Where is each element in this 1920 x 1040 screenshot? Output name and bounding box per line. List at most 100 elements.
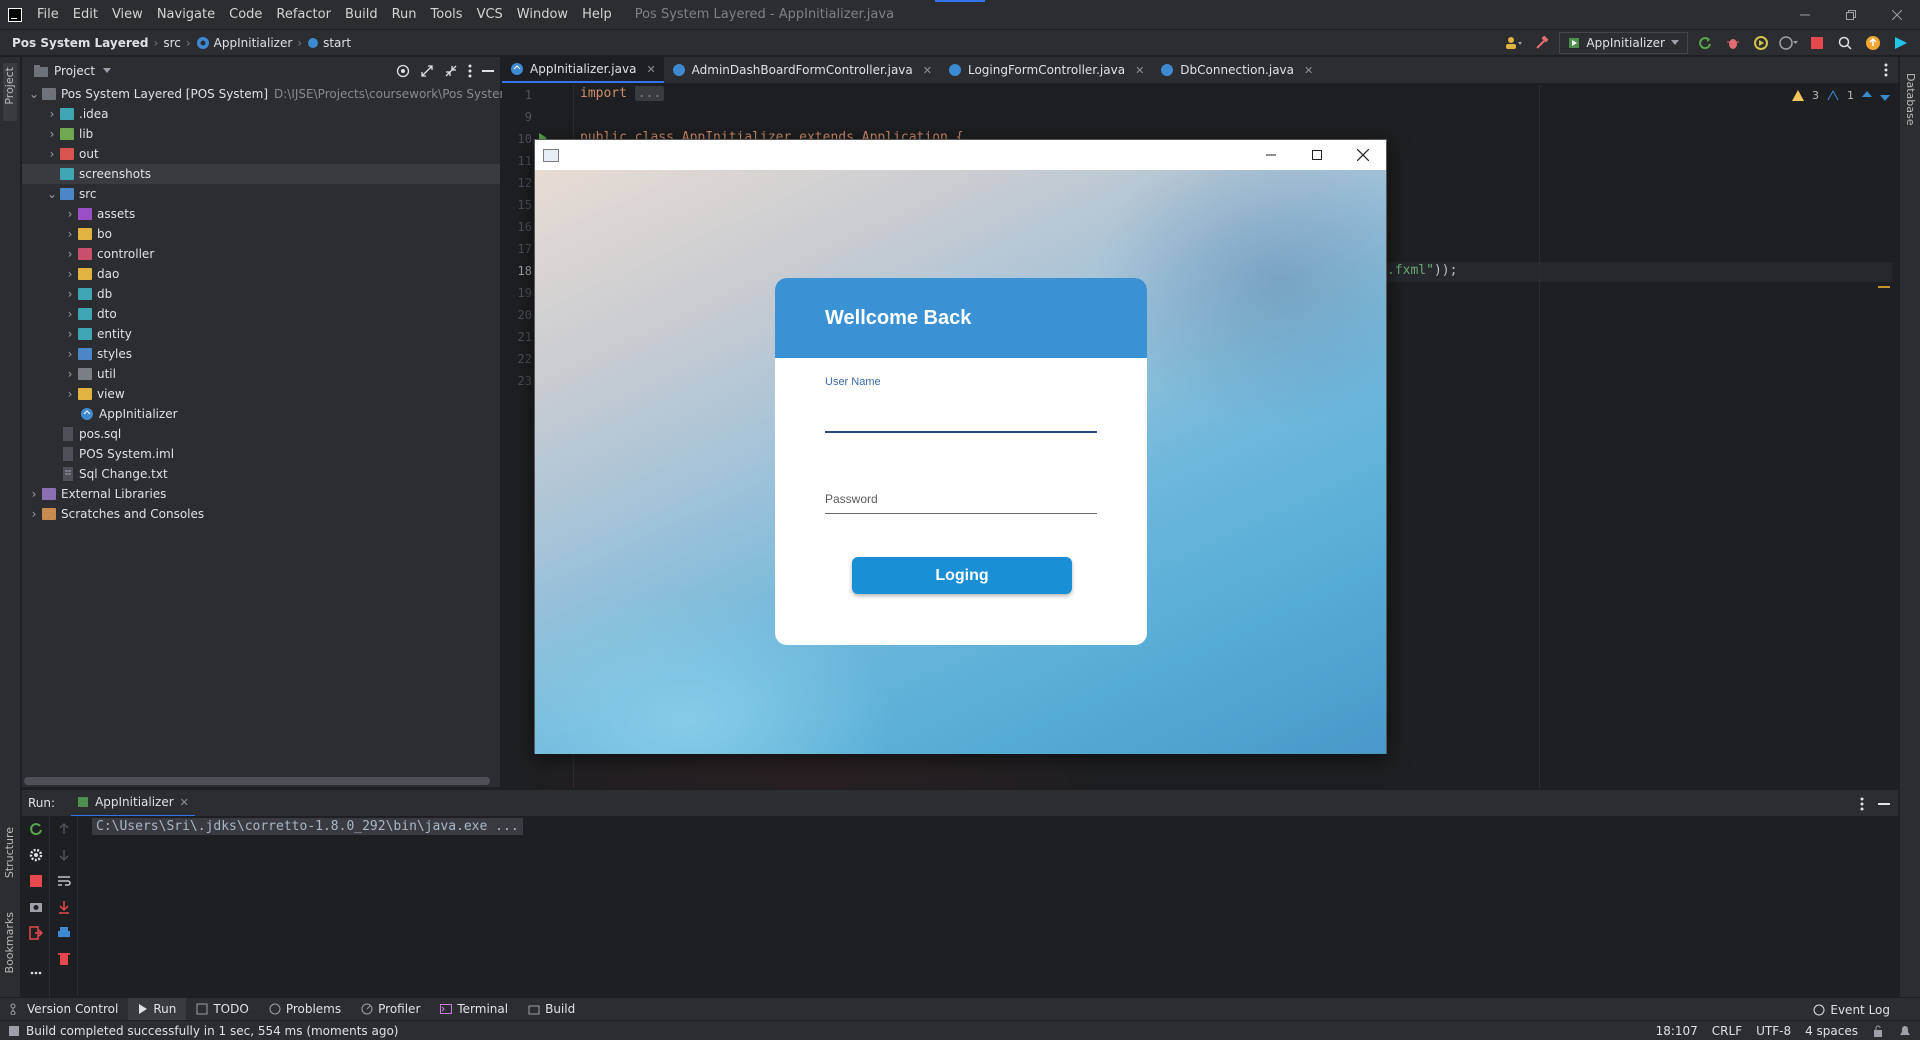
menu-code[interactable]: Code xyxy=(222,0,269,29)
vcs-users-button[interactable] xyxy=(1503,32,1525,54)
rerun-button[interactable] xyxy=(1694,32,1716,54)
line-separator[interactable]: CRLF xyxy=(1712,1024,1742,1038)
chevron-right-icon[interactable]: › xyxy=(62,266,78,282)
close-button[interactable] xyxy=(1874,0,1920,29)
arrow-down-icon[interactable] xyxy=(57,848,71,862)
menu-tools[interactable]: Tools xyxy=(424,0,470,29)
close-tab-icon[interactable]: ✕ xyxy=(1135,64,1144,77)
tree-item-styles[interactable]: › styles xyxy=(22,344,500,364)
chevron-right-icon[interactable]: › xyxy=(62,306,78,322)
login-maximize-button[interactable] xyxy=(1294,140,1340,170)
stop-button[interactable] xyxy=(1806,32,1828,54)
chevron-right-icon[interactable]: › xyxy=(44,106,60,122)
tab-admindashboard-controller[interactable]: AdminDashBoardFormController.java ✕ xyxy=(664,57,940,83)
chevron-right-icon[interactable]: › xyxy=(62,326,78,342)
login-close-button[interactable] xyxy=(1340,140,1386,170)
menu-window[interactable]: Window xyxy=(510,0,575,29)
event-log-button[interactable]: Event Log xyxy=(1813,998,1890,1021)
console-output[interactable]: C:\Users\Sri\.jdks\corretto-1.8.0_292\bi… xyxy=(92,818,523,835)
tree-item-idea[interactable]: › .idea xyxy=(22,104,500,124)
tab-todo[interactable]: TODO xyxy=(186,998,258,1021)
chevron-right-icon[interactable]: › xyxy=(62,246,78,262)
tab-problems[interactable]: Problems xyxy=(259,998,351,1021)
file-encoding[interactable]: UTF-8 xyxy=(1756,1024,1791,1038)
previous-highlight-icon[interactable] xyxy=(1862,90,1872,101)
username-input[interactable] xyxy=(825,406,1097,428)
run-tab-appinitializer[interactable]: AppInitializer ✕ xyxy=(71,790,195,817)
restore-button[interactable] xyxy=(1828,0,1874,29)
profile-button[interactable] xyxy=(1778,32,1800,54)
menu-build[interactable]: Build xyxy=(338,0,385,29)
chevron-right-icon[interactable]: › xyxy=(26,506,42,522)
menu-help[interactable]: Help xyxy=(575,0,619,29)
soft-wrap-icon[interactable] xyxy=(57,874,71,888)
close-tab-icon[interactable]: ✕ xyxy=(180,796,189,809)
breadcrumb-project[interactable]: Pos System Layered xyxy=(12,36,149,50)
trash-icon[interactable] xyxy=(57,952,71,966)
tree-item-dao[interactable]: › dao xyxy=(22,264,500,284)
menu-navigate[interactable]: Navigate xyxy=(150,0,222,29)
code-with-me-button[interactable] xyxy=(1890,32,1912,54)
tree-item-bo[interactable]: › bo xyxy=(22,224,500,244)
chevron-right-icon[interactable]: › xyxy=(62,366,78,382)
tree-item-db[interactable]: › db xyxy=(22,284,500,304)
tree-item-controller[interactable]: › controller xyxy=(22,244,500,264)
tree-item-sql-change[interactable]: Sql Change.txt xyxy=(22,464,500,484)
breadcrumb-class[interactable]: AppInitializer xyxy=(214,36,293,50)
next-highlight-icon[interactable] xyxy=(1880,91,1890,101)
tree-item-lib[interactable]: › lib xyxy=(22,124,500,144)
status-message[interactable]: Build completed successfully in 1 sec, 5… xyxy=(26,1024,398,1038)
more-options-icon[interactable] xyxy=(1860,797,1864,811)
project-panel-title[interactable]: Project xyxy=(54,64,95,78)
more-icon[interactable] xyxy=(29,966,43,980)
tab-dbconnection[interactable]: DbConnection.java ✕ xyxy=(1152,57,1321,83)
rerun-icon[interactable] xyxy=(29,822,43,836)
project-tool-button[interactable]: Project xyxy=(3,67,16,105)
warning-stripe-marker[interactable] xyxy=(1878,286,1890,288)
tab-version-control[interactable]: Version Control xyxy=(0,998,128,1021)
chevron-down-icon[interactable] xyxy=(103,67,112,74)
folded-code[interactable]: ... xyxy=(634,86,665,101)
tree-item-view[interactable]: › view xyxy=(22,384,500,404)
login-minimize-button[interactable] xyxy=(1248,140,1294,170)
notifications-icon[interactable] xyxy=(1898,1025,1912,1037)
tree-item-appinitializer[interactable]: AppInitializer xyxy=(22,404,500,424)
bookmarks-tool-button[interactable]: Bookmarks xyxy=(3,912,16,973)
tree-item-external-libraries[interactable]: › External Libraries xyxy=(22,484,500,504)
tree-item-screenshots[interactable]: screenshots xyxy=(22,164,500,184)
coverage-button[interactable] xyxy=(1750,32,1772,54)
login-button[interactable]: Loging xyxy=(852,557,1072,594)
camera-icon[interactable] xyxy=(29,900,43,914)
tree-item-iml[interactable]: POS System.iml xyxy=(22,444,500,464)
tree-item-util[interactable]: › util xyxy=(22,364,500,384)
ide-updates-button[interactable] xyxy=(1862,32,1884,54)
settings-icon[interactable] xyxy=(29,848,43,862)
hide-panel-icon[interactable] xyxy=(482,69,494,73)
horizontal-scrollbar[interactable] xyxy=(24,777,490,785)
close-tab-icon[interactable]: ✕ xyxy=(1304,64,1313,77)
tree-item-scratches[interactable]: › Scratches and Consoles xyxy=(22,504,500,524)
stop-icon[interactable] xyxy=(29,874,43,888)
close-tab-icon[interactable]: ✕ xyxy=(646,63,655,76)
scroll-to-end-icon[interactable] xyxy=(57,900,71,914)
expand-all-icon[interactable] xyxy=(420,64,434,78)
menu-vcs[interactable]: VCS xyxy=(470,0,510,29)
chevron-right-icon[interactable]: › xyxy=(62,346,78,362)
build-project-button[interactable] xyxy=(1531,32,1553,54)
chevron-right-icon[interactable]: › xyxy=(44,146,60,162)
structure-tool-button[interactable]: Structure xyxy=(3,827,16,878)
run-configuration-selector[interactable]: AppInitializer xyxy=(1559,32,1688,54)
minimize-button[interactable] xyxy=(1782,0,1828,29)
tab-run[interactable]: Run xyxy=(128,997,187,1021)
breadcrumb-method[interactable]: start xyxy=(323,36,351,50)
inspection-widget[interactable]: 3 1 xyxy=(1792,89,1890,102)
arrow-up-icon[interactable] xyxy=(57,822,71,836)
exit-icon[interactable] xyxy=(29,926,43,940)
tab-terminal[interactable]: Terminal xyxy=(430,998,518,1021)
chevron-right-icon[interactable]: › xyxy=(62,226,78,242)
select-opened-file-icon[interactable] xyxy=(396,64,410,78)
more-tabs-icon[interactable] xyxy=(1884,63,1888,77)
menu-file[interactable]: File xyxy=(30,0,66,29)
collapse-all-icon[interactable] xyxy=(444,64,458,78)
menu-run[interactable]: Run xyxy=(385,0,424,29)
